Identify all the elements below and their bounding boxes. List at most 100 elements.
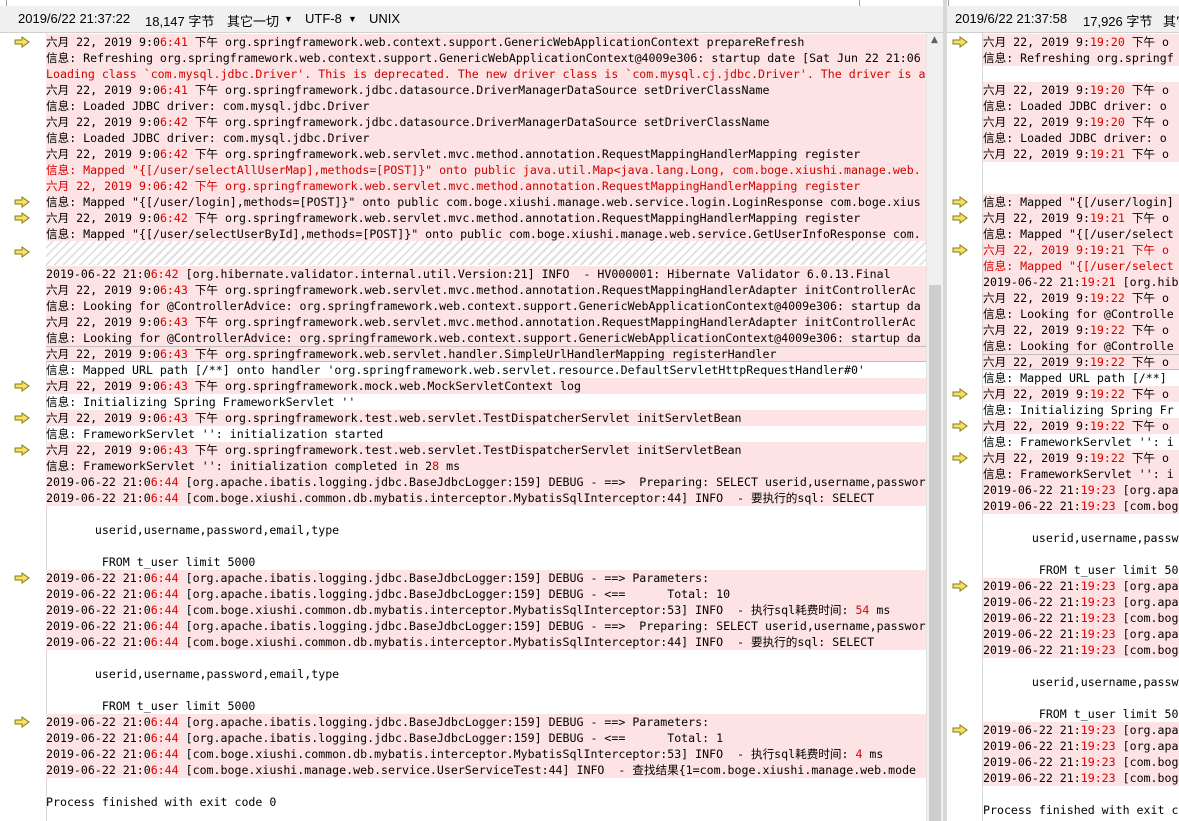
log-line[interactable]: 六月 22, 2019 9:06:41 下午 org.springframewo…	[46, 82, 926, 98]
log-line[interactable]: 2019-06-22 21:19:21 [org.hib	[983, 274, 1179, 290]
log-line[interactable]: 信息: Loaded JDBC driver: o	[983, 98, 1179, 114]
log-line[interactable]: 信息: Refreshing org.springframework.web.c…	[46, 50, 926, 66]
right-format-select[interactable]: 其它	[1163, 11, 1179, 30]
log-line[interactable]: 2019-06-22 21:06:44 [com.boge.xiushi.com…	[46, 602, 926, 618]
copy-arrow-icon[interactable]	[952, 420, 968, 432]
scroll-thumb[interactable]	[929, 285, 941, 821]
copy-arrow-icon[interactable]	[952, 196, 968, 208]
log-line[interactable]: userid,username,password,email,type	[46, 522, 926, 538]
log-line[interactable]: userid,username,password,email,type	[46, 666, 926, 682]
log-line[interactable]: 2019-06-22 21:06:42 [org.hibernate.valid…	[46, 266, 926, 282]
log-line[interactable]: 六月 22, 2019 9:19:20 下午 o	[983, 82, 1179, 98]
log-line[interactable]: 信息: Refreshing org.springf	[983, 50, 1179, 66]
copy-arrow-icon[interactable]	[952, 724, 968, 736]
log-line[interactable]	[46, 682, 926, 698]
left-vertical-scrollbar[interactable]: ▲	[926, 33, 944, 821]
log-line[interactable]: 六月 22, 2019 9:19:21 下午 o	[983, 146, 1179, 162]
log-line[interactable]: 六月 22, 2019 9:06:43 下午 org.springframewo…	[46, 314, 926, 330]
log-line[interactable]: 信息: Mapped "{[/user/login],methods=[POST…	[46, 194, 926, 210]
left-file-pane[interactable]: 六月 22, 2019 9:06:41 下午 org.springframewo…	[0, 33, 926, 821]
log-line[interactable]: 2019-06-22 21:06:44 [org.apache.ibatis.l…	[46, 570, 926, 586]
format-dropdown-icon[interactable]: ▼	[284, 14, 293, 24]
copy-arrow-icon[interactable]	[14, 212, 30, 224]
log-line[interactable]: 2019-06-22 21:19:23 [com.bog	[983, 754, 1179, 770]
log-line[interactable]: 六月 22, 2019 9:19:21 下午 o	[983, 242, 1179, 258]
log-line[interactable]: 信息: Looking for @Controlle	[983, 306, 1179, 322]
log-line[interactable]: 信息: Initializing Spring Fr	[983, 402, 1179, 418]
log-line[interactable]: 六月 22, 2019 9:06:43 下午 org.springframewo…	[46, 346, 926, 362]
log-line[interactable]	[983, 786, 1179, 802]
log-line[interactable]: 2019-06-22 21:19:23 [org.apa	[983, 594, 1179, 610]
log-line[interactable]: FROM t_user limit 5000	[46, 698, 926, 714]
log-line[interactable]: Loading class `com.mysql.jdbc.Driver'. T…	[46, 66, 926, 82]
log-line[interactable]: 六月 22, 2019 9:19:22 下午 o	[983, 354, 1179, 370]
log-line[interactable]: 2019-06-22 21:06:44 [com.boge.xiushi.com…	[46, 746, 926, 762]
log-line[interactable]: 信息: Looking for @Controlle	[983, 338, 1179, 354]
log-line[interactable]: 信息: Mapped URL path [/**] onto handler '…	[46, 362, 926, 378]
log-line[interactable]: 六月 22, 2019 9:06:43 下午 org.springframewo…	[46, 282, 926, 298]
copy-arrow-icon[interactable]	[14, 246, 30, 258]
log-line[interactable]: 2019-06-22 21:19:23 [com.bog	[983, 770, 1179, 786]
log-line[interactable]: 信息: Looking for @ControllerAdvice: org.s…	[46, 330, 926, 346]
log-line[interactable]: 信息: Loaded JDBC driver: o	[983, 130, 1179, 146]
log-line[interactable]: 六月 22, 2019 9:19:20 下午 o	[983, 114, 1179, 130]
copy-arrow-icon[interactable]	[14, 196, 30, 208]
log-line[interactable]: 信息: FrameworkServlet '': initialization …	[46, 458, 926, 474]
log-line[interactable]: 六月 22, 2019 9:06:41 下午 org.springframewo…	[46, 34, 926, 50]
log-line[interactable]: 2019-06-22 21:19:23 [org.apa	[983, 626, 1179, 642]
log-line[interactable]: 2019-06-22 21:06:44 [com.boge.xiushi.man…	[46, 762, 926, 778]
copy-arrow-icon[interactable]	[952, 244, 968, 256]
log-line[interactable]: 六月 22, 2019 9:06:42 下午 org.springframewo…	[46, 210, 926, 226]
log-line[interactable]: 2019-06-22 21:19:23 [com.bog	[983, 642, 1179, 658]
log-line[interactable]: 六月 22, 2019 9:06:42 下午 org.springframewo…	[46, 114, 926, 130]
log-line[interactable]	[46, 538, 926, 554]
left-eol-select[interactable]: UNIX	[369, 11, 400, 26]
copy-arrow-icon[interactable]	[952, 580, 968, 592]
log-line[interactable]: 信息: Mapped "{[/user/selectUserById],meth…	[46, 226, 926, 242]
log-line[interactable]	[983, 658, 1179, 674]
log-line[interactable]: 六月 22, 2019 9:06:43 下午 org.springframewo…	[46, 410, 926, 426]
log-line[interactable]: FROM t_user limit 5000	[46, 554, 926, 570]
copy-arrow-icon[interactable]	[952, 36, 968, 48]
log-line[interactable]: 六月 22, 2019 9:19:22 下午 o	[983, 450, 1179, 466]
copy-arrow-icon[interactable]	[14, 572, 30, 584]
log-line[interactable]: 六月 22, 2019 9:19:20 下午 o	[983, 34, 1179, 50]
copy-arrow-icon[interactable]	[14, 412, 30, 424]
scroll-up-icon[interactable]: ▲	[931, 35, 938, 45]
log-line[interactable]: 信息: Looking for @ControllerAdvice: org.s…	[46, 298, 926, 314]
log-line[interactable]: 六月 22, 2019 9:19:22 下午 o	[983, 290, 1179, 306]
log-line[interactable]: 六月 22, 2019 9:06:42 下午 org.springframewo…	[46, 146, 926, 162]
log-line[interactable]	[983, 690, 1179, 706]
log-line[interactable]: userid,username,passw	[983, 674, 1179, 690]
log-line[interactable]: 2019-06-22 21:19:23 [com.bog	[983, 610, 1179, 626]
log-line[interactable]: FROM t_user limit 50	[983, 562, 1179, 578]
log-line[interactable]	[46, 778, 926, 794]
log-line[interactable]: 2019-06-22 21:06:44 [org.apache.ibatis.l…	[46, 714, 926, 730]
log-line[interactable]: 2019-06-22 21:19:23 [org.apa	[983, 482, 1179, 498]
copy-arrow-icon[interactable]	[952, 452, 968, 464]
log-line[interactable]: 2019-06-22 21:06:44 [com.boge.xiushi.com…	[46, 634, 926, 650]
encoding-dropdown-icon[interactable]: ▼	[348, 14, 357, 24]
copy-arrow-icon[interactable]	[952, 388, 968, 400]
log-line[interactable]: 2019-06-22 21:19:23 [com.bog	[983, 498, 1179, 514]
left-format-select[interactable]: 其它一切	[227, 11, 279, 30]
log-line[interactable]: 六月 22, 2019 9:19:21 下午 o	[983, 210, 1179, 226]
log-line[interactable]: 六月 22, 2019 9:06:42 下午 org.springframewo…	[46, 178, 926, 194]
log-line[interactable]: 六月 22, 2019 9:19:22 下午 o	[983, 322, 1179, 338]
log-line[interactable]: 2019-06-22 21:19:23 [org.apa	[983, 722, 1179, 738]
log-line[interactable]	[983, 514, 1179, 530]
log-line[interactable]: FROM t_user limit 50	[983, 706, 1179, 722]
log-line[interactable]	[46, 650, 926, 666]
copy-arrow-icon[interactable]	[14, 380, 30, 392]
log-line[interactable]: 2019-06-22 21:06:44 [org.apache.ibatis.l…	[46, 730, 926, 746]
log-line[interactable]: 2019-06-22 21:19:23 [org.apa	[983, 578, 1179, 594]
copy-arrow-icon[interactable]	[14, 716, 30, 728]
log-line[interactable]: 信息: FrameworkServlet '': i	[983, 434, 1179, 450]
right-file-pane[interactable]: 六月 22, 2019 9:19:20 下午 o 信息: Refreshing o…	[947, 33, 1179, 821]
log-line[interactable]: 信息: Mapped "{[/user/select	[983, 258, 1179, 274]
log-line[interactable]: 信息: Loaded JDBC driver: com.mysql.jdbc.D…	[46, 130, 926, 146]
log-line[interactable]: Process finished with exit code 0	[46, 794, 926, 810]
log-line[interactable]: 信息: Loaded JDBC driver: com.mysql.jdbc.D…	[46, 98, 926, 114]
log-line[interactable]: Process finished with exit c	[983, 802, 1179, 818]
log-line[interactable]: 2019-06-22 21:19:23 [org.apa	[983, 738, 1179, 754]
